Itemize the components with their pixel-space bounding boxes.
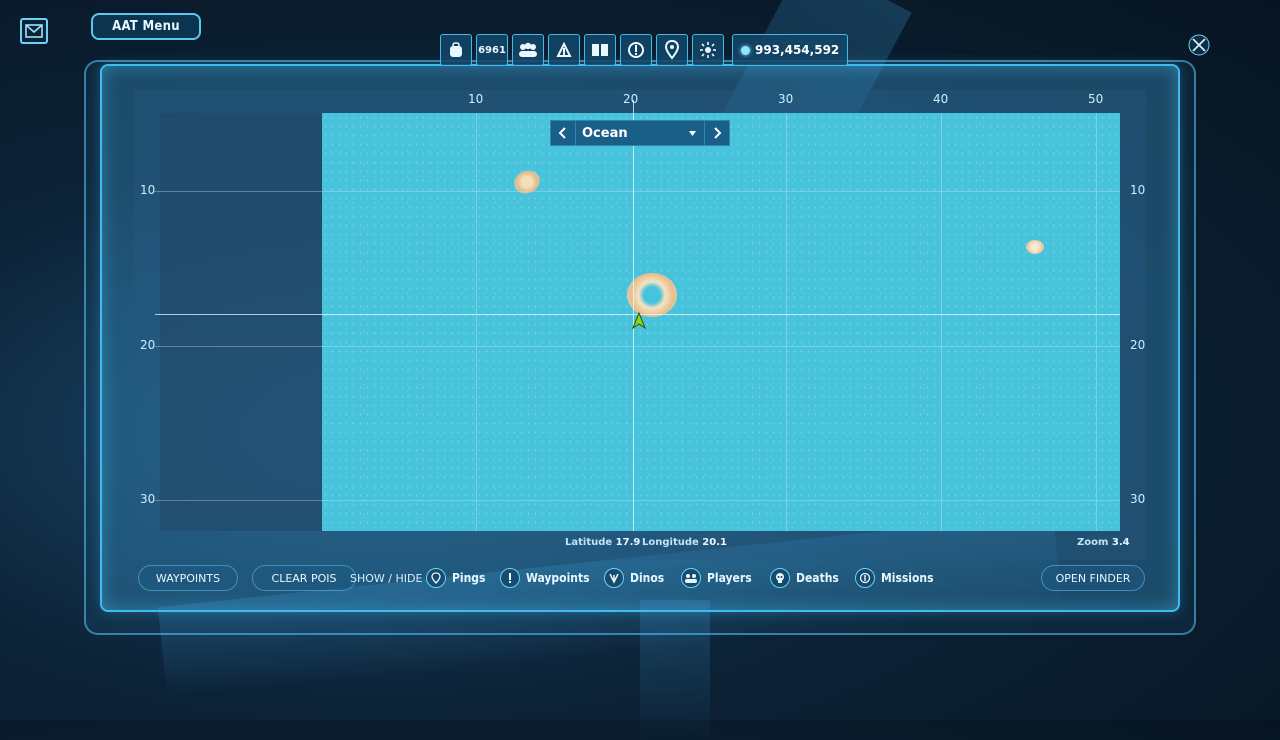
latitude-label: Latitude [565,537,613,548]
skull-icon [770,568,790,588]
grid-line [1096,113,1097,531]
toggle-label: Missions [881,571,934,585]
map-texture [322,113,1120,531]
close-icon [1188,34,1210,56]
ping-pin-icon [426,568,446,588]
tribe-icon[interactable] [512,34,544,66]
latitude-value: 17.9 [615,537,641,548]
settings-sun-icon[interactable] [692,34,724,66]
toggle-label: Pings [452,571,486,585]
waypoints-button[interactable]: WAYPOINTS [138,565,238,591]
grid-line [476,113,477,531]
region-selector: Ocean [550,120,730,146]
chevron-right-icon [714,127,722,139]
book-icon[interactable] [584,34,616,66]
toggle-label: Waypoints [526,571,590,585]
zoom-label: Zoom [1077,537,1109,548]
longitude-readout: Longitude 20.1 [642,537,727,548]
mission-icon [855,568,875,588]
zoom-readout: Zoom 3.4 [1077,537,1130,548]
region-name: Ocean [582,125,628,141]
grid-line [155,346,1120,347]
y-tick-left: 30 [140,492,156,506]
y-tick-right: 20 [1130,338,1146,352]
mail-icon [25,24,43,38]
toggle-pings[interactable]: Pings [426,565,485,591]
currency-value: 993,454,592 [755,43,840,57]
toggle-players[interactable]: Players [681,565,752,591]
toggle-label: Deaths [796,571,839,585]
backpack-icon[interactable] [440,34,472,66]
aat-menu-button[interactable]: AAT Menu [91,13,201,40]
y-tick-right: 30 [1130,492,1146,506]
y-tick-left: 20 [140,338,156,352]
y-tick-left: 10 [140,183,156,197]
toggle-waypoints[interactable]: Waypoints [500,565,590,591]
grid-line [155,191,1120,192]
island-ring [627,273,677,317]
toggle-deaths[interactable]: Deaths [770,565,839,591]
prev-region-button[interactable] [550,120,576,146]
region-dropdown[interactable]: Ocean [576,120,704,146]
gem-icon [741,45,750,55]
waypoint-icon [500,568,520,588]
grid-line [786,113,787,531]
x-tick: 30 [778,92,794,106]
toggle-missions[interactable]: Missions [855,565,934,591]
bottom-bar: WAYPOINTS CLEAR POIS SHOW / HIDE Pings W… [136,565,1146,591]
toggle-label: Players [707,571,752,585]
open-finder-button[interactable]: OPEN FINDER [1041,565,1145,591]
grid-line [941,113,942,531]
caret-down-icon [689,130,696,136]
top-toolbar: 6961 993,454,592 [440,34,849,68]
mail-button[interactable] [20,18,48,44]
x-tick: 20 [623,92,639,106]
grid-line [155,500,1120,501]
waypoint-icon[interactable] [620,34,652,66]
longitude-label: Longitude [642,537,699,548]
toggle-label: Dinos [630,571,665,585]
map-canvas[interactable] [322,113,1120,531]
next-region-button[interactable] [704,120,730,146]
y-tick-right: 10 [1130,183,1146,197]
x-tick: 40 [933,92,949,106]
player-arrow-icon [631,311,647,330]
location-pin-icon[interactable] [656,34,688,66]
close-button[interactable] [1186,32,1212,58]
currency-display: 993,454,592 [732,34,849,66]
dino-count-icon[interactable]: 6961 [476,34,508,66]
toggle-dinos[interactable]: Dinos [604,565,664,591]
longitude-value: 20.1 [702,537,727,548]
unexplored-area [160,113,322,531]
player-marker [631,311,647,334]
players-icon [681,568,701,588]
island [1026,240,1044,254]
dino-count: 6961 [478,44,506,56]
x-tick: 10 [468,92,484,106]
zoom-value: 3.4 [1111,537,1130,548]
latitude-readout: Latitude 17.9 [565,537,640,548]
engrams-icon[interactable] [548,34,580,66]
show-hide-label: SHOW / HIDE [350,571,423,585]
clear-pois-button[interactable]: CLEAR POIS [252,565,356,591]
x-tick: 50 [1088,92,1104,106]
dino-claw-icon [604,568,624,588]
chevron-left-icon [558,127,566,139]
